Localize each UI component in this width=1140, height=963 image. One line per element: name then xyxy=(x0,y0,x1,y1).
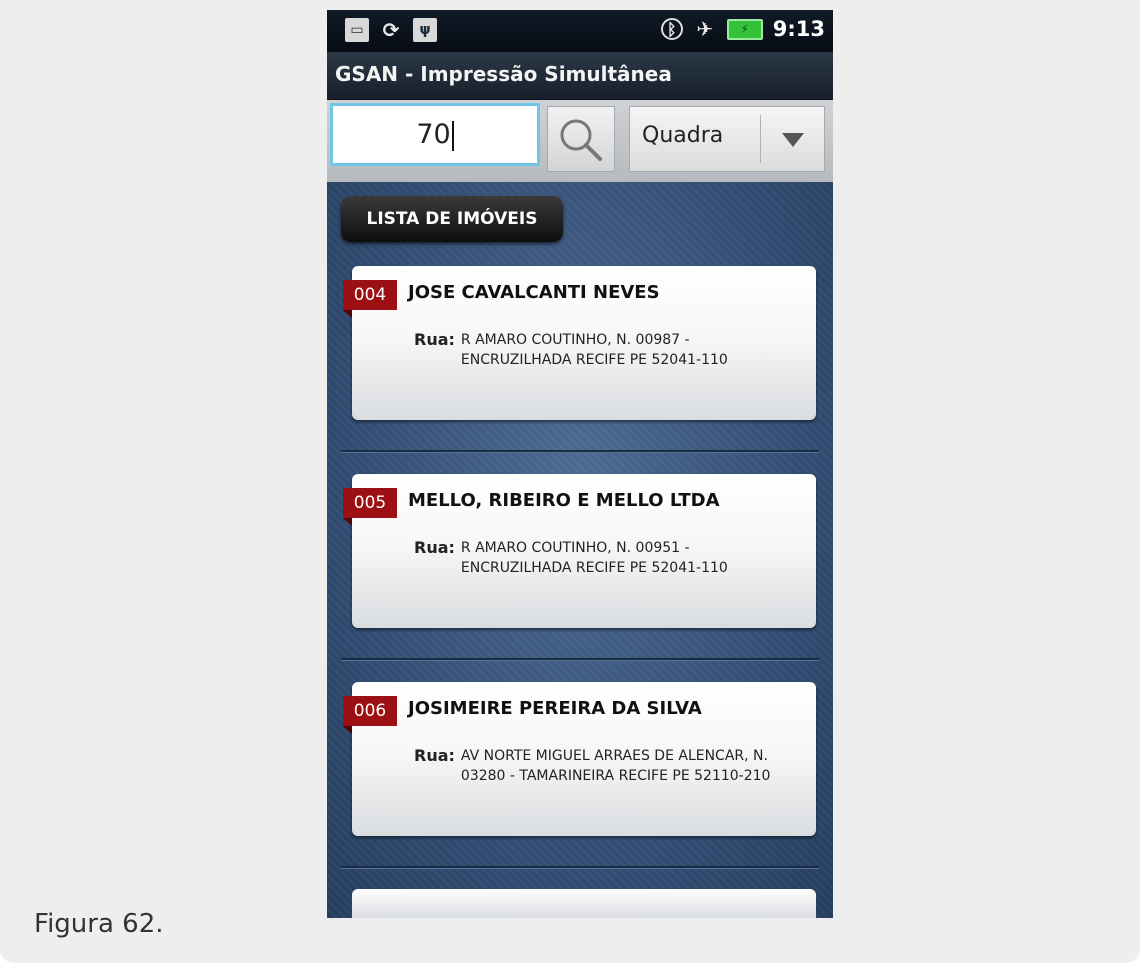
list-item[interactable]: 005 MELLO, RIBEIRO E MELLO LTDA Rua: R A… xyxy=(343,474,816,628)
app-title: GSAN - Impressão Simultânea xyxy=(335,62,672,86)
figure-caption: Figura 62. xyxy=(34,909,164,939)
chevron-down-icon xyxy=(782,133,804,147)
list-divider xyxy=(341,450,819,453)
figure-frame: ▭ ⟳ ψ ᛒ ✈ ⚡ 9:13 GSAN - Impressão Simult… xyxy=(0,0,1140,963)
item-address: Rua: R AMARO COUTINHO, N. 00951 - ENCRUZ… xyxy=(414,538,804,578)
status-bar: ▭ ⟳ ψ ᛒ ✈ ⚡ 9:13 xyxy=(327,10,833,52)
filter-select-divider xyxy=(760,115,761,163)
item-name: JOSIMEIRE PEREIRA DA SILVA xyxy=(408,698,702,719)
item-name: MELLO, RIBEIRO E MELLO LTDA xyxy=(408,490,720,511)
item-number-tag: 006 xyxy=(343,696,397,734)
address-text: AV NORTE MIGUEL ARRAES DE ALENCAR, N. 03… xyxy=(460,748,771,784)
item-address: Rua: AV NORTE MIGUEL ARRAES DE ALENCAR, … xyxy=(414,746,804,786)
list-divider xyxy=(341,658,819,661)
airplane-mode-icon: ✈ xyxy=(696,17,714,41)
property-list-header: LISTA DE IMÓVEIS xyxy=(341,196,563,242)
list-item[interactable]: 006 JOSIMEIRE PEREIRA DA SILVA Rua: AV N… xyxy=(343,682,816,836)
phone-screen: ▭ ⟳ ψ ᛒ ✈ ⚡ 9:13 GSAN - Impressão Simult… xyxy=(327,10,833,918)
address-label: Rua: xyxy=(414,538,455,557)
list-item[interactable]: 004 JOSE CAVALCANTI NEVES Rua: R AMARO C… xyxy=(343,266,816,420)
address-text: R AMARO COUTINHO, N. 00951 - ENCRUZILHAD… xyxy=(460,540,728,576)
text-cursor xyxy=(451,120,454,151)
search-input[interactable]: 70 xyxy=(330,103,540,166)
list-item-partial[interactable] xyxy=(352,889,816,918)
status-clock: 9:13 xyxy=(772,17,825,41)
bluetooth-icon: ᛒ xyxy=(660,18,683,40)
filter-select-value: Quadra xyxy=(642,123,724,148)
search-icon xyxy=(560,119,602,161)
address-text: R AMARO COUTINHO, N. 00987 - ENCRUZILHAD… xyxy=(460,332,728,368)
sync-icon: ⟳ xyxy=(382,18,400,42)
battery-charging-icon: ⚡ xyxy=(726,18,763,40)
item-address: Rua: R AMARO COUTINHO, N. 00987 - ENCRUZ… xyxy=(414,330,804,370)
app-title-bar: GSAN - Impressão Simultânea xyxy=(327,52,833,100)
search-input-value: 70 xyxy=(416,119,451,150)
item-name: JOSE CAVALCANTI NEVES xyxy=(408,282,660,303)
usb-icon: ψ xyxy=(413,18,437,42)
address-label: Rua: xyxy=(414,330,455,349)
filter-select[interactable]: Quadra xyxy=(629,106,825,172)
sd-card-icon: ▭ xyxy=(345,18,369,42)
item-number-tag: 004 xyxy=(343,280,397,318)
item-number-tag: 005 xyxy=(343,488,397,526)
list-divider xyxy=(341,866,819,869)
search-button[interactable] xyxy=(547,106,615,172)
search-bar: 70 Quadra xyxy=(327,100,833,182)
address-label: Rua: xyxy=(414,746,455,765)
